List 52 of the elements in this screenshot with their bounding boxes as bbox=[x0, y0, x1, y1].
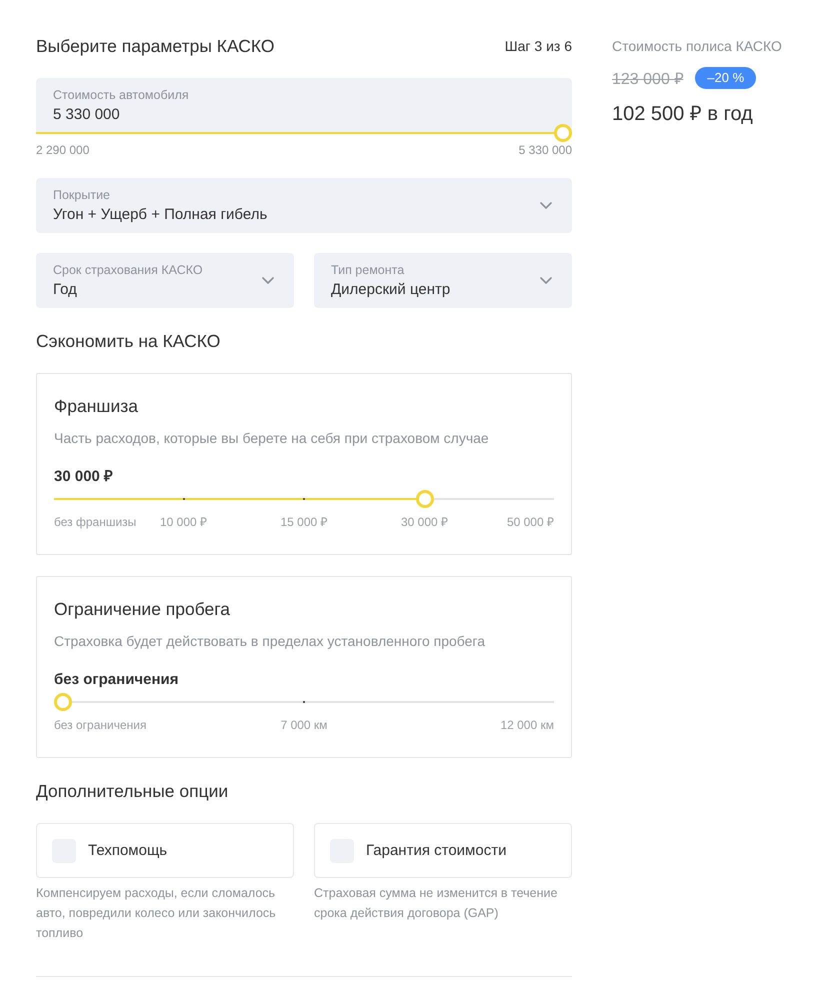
slider-thumb[interactable] bbox=[54, 693, 72, 711]
total-price: 102 500 ₽ в год bbox=[612, 102, 754, 127]
section-title: Дополнительные опции bbox=[36, 780, 230, 803]
car-value-slider[interactable] bbox=[36, 124, 572, 142]
selected-value: без ограничения bbox=[54, 670, 180, 690]
field-label: Покрытие bbox=[53, 187, 112, 203]
card-title: Франшиза bbox=[54, 395, 140, 418]
field-label: Стоимость автомобиля bbox=[53, 87, 190, 103]
scale-label: 50 000 ₽ bbox=[506, 514, 554, 530]
field-value: 5 330 000 bbox=[53, 105, 121, 125]
scale-label: без франшизы bbox=[54, 514, 136, 530]
old-price: 123 000 ₽ bbox=[612, 70, 684, 89]
dropdown-select[interactable]: Срок страхования КАСКО Год bbox=[36, 253, 294, 308]
tick-mark-icon bbox=[303, 701, 305, 703]
card-title: Ограничение пробега bbox=[54, 598, 232, 621]
slider-track[interactable] bbox=[54, 490, 554, 508]
option-checkbox-card[interactable]: Техпомощь bbox=[36, 823, 294, 878]
summary-title: Стоимость полиса КАСКО bbox=[612, 37, 783, 56]
field-value: Угон + Ущерб + Полная гибель bbox=[53, 205, 268, 225]
scale-label: 7 000 км bbox=[280, 717, 328, 733]
chevron-down-icon bbox=[540, 202, 552, 209]
selected-value: 30 000 ₽ bbox=[54, 467, 114, 487]
range-max-label: 5 330 000 bbox=[518, 142, 572, 158]
option-checkbox-card[interactable]: Гарантия стоимости bbox=[314, 823, 572, 878]
slider-thumb[interactable] bbox=[554, 124, 572, 142]
card-description: Часть расходов, которые вы берете на себя при страховом случае bbox=[54, 429, 490, 448]
dropdown-select[interactable]: Покрытие Угон + Ущерб + Полная гибель bbox=[36, 178, 572, 233]
scale-label: 15 000 ₽ bbox=[280, 514, 328, 530]
field-value: Год bbox=[53, 280, 78, 300]
tick-mark-icon bbox=[303, 498, 305, 500]
page-title: Выберите параметры КАСКО bbox=[36, 35, 275, 58]
scale-label: 12 000 км bbox=[500, 717, 554, 733]
field-label: Срок страхования КАСКО bbox=[53, 262, 204, 278]
slider-thumb[interactable] bbox=[416, 490, 434, 508]
tick-mark-icon bbox=[182, 498, 184, 500]
slider-track[interactable] bbox=[54, 693, 554, 711]
scale-label: 30 000 ₽ bbox=[400, 514, 448, 530]
step-counter: Шаг 3 из 6 bbox=[504, 37, 572, 56]
car-value-field[interactable]: Стоимость автомобиля 5 330 000 bbox=[36, 78, 572, 133]
option-description: Компенсируем расходы, если сломалось авто, повредили колесо или закончилось топливо bbox=[36, 885, 277, 942]
scale-label: 10 000 ₽ bbox=[160, 514, 208, 530]
dropdown-select[interactable]: Тип ремонта Дилерский центр bbox=[314, 253, 572, 308]
option-description: Страховая сумма не изменится в течение срока действия договора (GAP) bbox=[314, 885, 558, 922]
card-description: Страховка будет действовать в пределах установленного пробега bbox=[54, 632, 486, 651]
section-title: Сэкономить на КАСКО bbox=[36, 330, 222, 353]
range-min-label: 2 290 000 bbox=[36, 142, 90, 158]
scale-label: без ограничения bbox=[54, 717, 146, 733]
chevron-down-icon bbox=[262, 277, 274, 284]
field-value: Дилерский центр bbox=[331, 280, 452, 300]
field-label: Тип ремонта bbox=[331, 262, 406, 278]
chevron-down-icon bbox=[540, 277, 552, 284]
discount-badge: –20 % bbox=[695, 67, 756, 89]
